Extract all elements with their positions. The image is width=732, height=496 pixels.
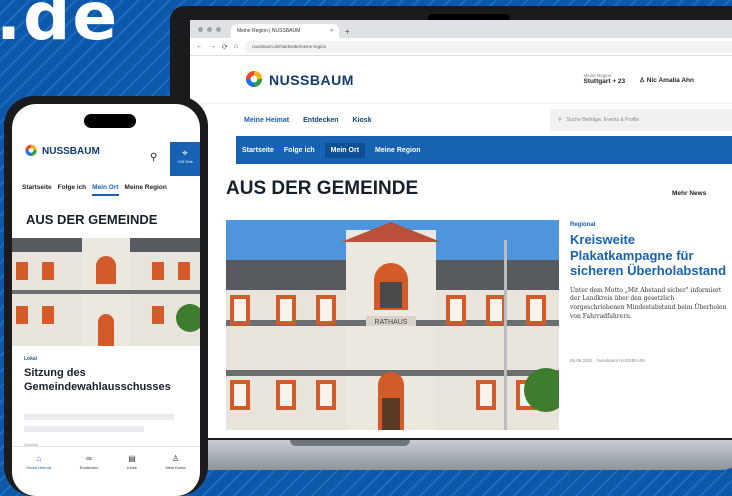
phone-tab-startseite[interactable]: Startseite xyxy=(22,184,52,196)
logo-pin-icon xyxy=(25,144,37,156)
phone-tab-mein-ort[interactable]: Mein Ort xyxy=(92,184,119,196)
window-dot xyxy=(216,27,221,32)
subnav-entdecken[interactable]: Entdecken xyxy=(303,117,338,124)
subnav-kiosk[interactable]: Kiosk xyxy=(353,117,372,124)
article-teaser: Unter dem Motto „Mit Abstand sicher" inf… xyxy=(570,286,727,320)
tab-mein-ort[interactable]: Mein Ort xyxy=(324,142,366,158)
forward-icon[interactable]: → xyxy=(209,43,216,50)
phone-region-label: +23 Orte xyxy=(177,159,193,164)
phone-notch xyxy=(84,114,136,128)
article-meta: 06.06.2023 · Nussbaum NUSSBAUM xyxy=(570,357,645,363)
site-search[interactable]: ⚲ Suche Beiträge, Events & Profile xyxy=(550,109,732,131)
tab-title: Meine Region | NUSSBAUM xyxy=(237,28,301,34)
search-icon[interactable]: ⚲ xyxy=(150,152,157,163)
article-text: Regional Kreisweite Plakatkampagne für s… xyxy=(570,220,730,363)
more-news-link[interactable]: Mehr News xyxy=(672,190,706,197)
newspaper-icon: ▤ xyxy=(128,453,136,463)
subnav-meine-heimat[interactable]: Meine Heimat xyxy=(244,117,289,124)
site-logo[interactable]: NUSSBAUM xyxy=(244,70,354,90)
region-value: Stuttgart + 23 xyxy=(583,78,626,86)
site-subnav: Meine Heimat Entdecken Kiosk ⚲ Suche Bei… xyxy=(190,104,732,136)
feed-tabs-bar: Startseite Folge ich Mein Ort Meine Regi… xyxy=(236,136,732,164)
article-headline[interactable]: Kreisweite Plakatkampagne für sicheren Ü… xyxy=(570,232,730,279)
phone-article-image[interactable] xyxy=(12,238,200,346)
phone-article-headline[interactable]: Sitzung des Gemeindewahlausschusses xyxy=(24,366,194,395)
phone-logo[interactable]: NUSSBAUM xyxy=(24,144,100,158)
text-placeholder-line xyxy=(24,414,174,420)
region-label: Meine Region xyxy=(583,72,612,78)
tab-folge-ich[interactable]: Folge ich xyxy=(284,147,315,154)
bottom-tab-kiosk[interactable]: ▤ Kiosk xyxy=(127,454,137,470)
article-kicker: Regional xyxy=(570,222,596,228)
laptop-frame: Meine Region | NUSSBAUM × + ← → ⟳ ⌂ nuss… xyxy=(170,6,732,442)
user-account[interactable]: ♙ Nic Amalia Ahn xyxy=(639,76,694,84)
home-icon: ⌂ xyxy=(36,453,42,463)
search-icon: ⚲ xyxy=(558,117,562,123)
site-header: NUSSBAUM Meine Region Stuttgart + 23 ♙ N… xyxy=(190,56,732,104)
phone-tab-folge-ich[interactable]: Folge ich xyxy=(58,184,87,196)
browser-tab[interactable]: Meine Region | NUSSBAUM × xyxy=(231,24,339,38)
section-title: AUS DER GEMEINDE xyxy=(226,178,419,199)
bottom-tab-mein-konto[interactable]: ♙ Mein Konto xyxy=(165,454,185,470)
url-field[interactable]: nussbaum.de/startseite/meine-region xyxy=(244,40,732,53)
reload-icon[interactable]: ⟳ xyxy=(222,43,228,51)
phone-bottom-tabbar: ⌂ Meine Heimat ∞ Entdecken ▤ Kiosk ♙ Mei… xyxy=(12,446,200,476)
region-selector[interactable]: Meine Region Stuttgart + 23 xyxy=(583,73,625,86)
user-icon: ♙ xyxy=(639,76,645,84)
bottom-tab-label: Mein Konto xyxy=(165,464,186,470)
binoculars-icon: ∞ xyxy=(86,453,92,463)
laptop-base-lip xyxy=(290,440,410,446)
article-image[interactable]: RATHAUS xyxy=(226,220,559,430)
window-dot xyxy=(198,27,203,32)
logo-text: NUSSBAUM xyxy=(269,71,354,88)
phone-section-title: AUS DER GEMEINDE xyxy=(26,212,158,227)
home-icon[interactable]: ⌂ xyxy=(234,43,238,50)
bottom-tab-label: Meine Heimat xyxy=(26,464,51,470)
phone-tab-meine-region[interactable]: Meine Region xyxy=(125,184,167,196)
brand-domain-text: .de xyxy=(0,0,120,55)
phone-frame: NUSSBAUM ⚲ ⌖ +23 Orte Startseite Folge i… xyxy=(4,96,208,496)
phone-article-kicker: Lokal xyxy=(24,356,38,362)
tab-startseite[interactable]: Startseite xyxy=(242,147,274,154)
bottom-tab-label: Kiosk xyxy=(127,464,137,470)
back-icon[interactable]: ← xyxy=(196,43,203,50)
phone-logo-text: NUSSBAUM xyxy=(42,145,100,157)
building-sign: RATHAUS xyxy=(375,319,408,326)
bottom-tab-meine-heimat[interactable]: ⌂ Meine Heimat xyxy=(26,454,51,470)
tab-meine-region[interactable]: Meine Region xyxy=(375,147,421,154)
text-placeholder-line xyxy=(24,426,144,432)
laptop-base xyxy=(150,440,732,470)
browser-address-bar: ← → ⟳ ⌂ nussbaum.de/startseite/meine-reg… xyxy=(190,38,732,56)
user-name: Nic Amalia Ahn xyxy=(646,76,694,84)
header-right: Meine Region Stuttgart + 23 ♙ Nic Amalia… xyxy=(583,73,694,86)
search-placeholder: Suche Beiträge, Events & Profile xyxy=(566,117,640,123)
location-pin-icon: ⌖ xyxy=(182,148,188,159)
window-dot xyxy=(207,27,212,32)
user-icon: ♙ xyxy=(171,453,180,463)
logo-pin-icon xyxy=(246,70,262,87)
bottom-tab-entdecken[interactable]: ∞ Entdecken xyxy=(80,454,99,470)
browser-tabbar: Meine Region | NUSSBAUM × + xyxy=(190,20,732,38)
phone-screen: NUSSBAUM ⚲ ⌖ +23 Orte Startseite Folge i… xyxy=(12,104,200,496)
close-icon[interactable]: × xyxy=(330,28,333,34)
new-tab-icon[interactable]: + xyxy=(345,27,350,36)
bottom-tab-label: Entdecken xyxy=(79,464,99,470)
phone-region-button[interactable]: ⌖ +23 Orte xyxy=(170,142,200,176)
phone-nav: Startseite Folge ich Mein Ort Meine Regi… xyxy=(22,184,167,196)
